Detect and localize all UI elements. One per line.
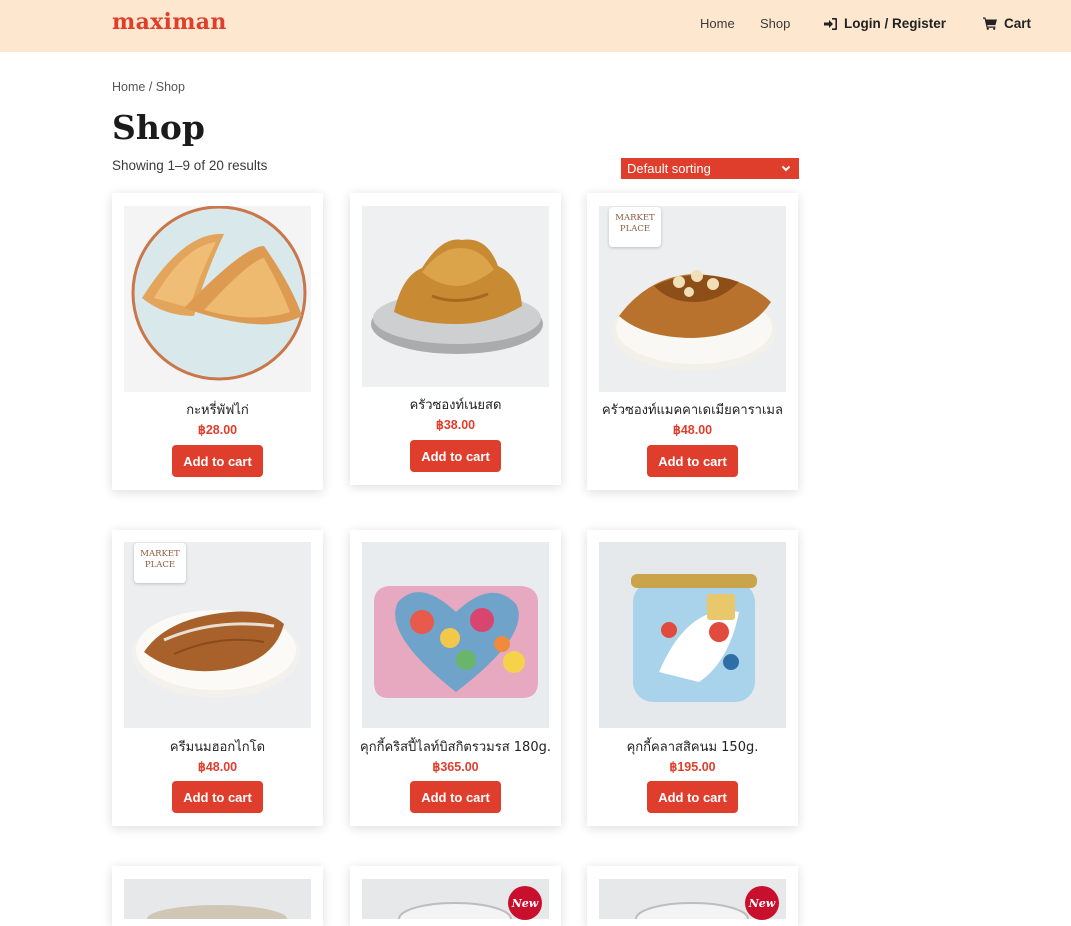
market-place-logo: MARKET PLACE [609, 207, 661, 247]
product-name[interactable]: กะหรี่พัฟไก่ [112, 399, 323, 420]
breadcrumb-current: Shop [155, 80, 185, 94]
jar-image [124, 879, 311, 919]
chevron-down-icon [781, 165, 791, 172]
breadcrumb-home[interactable]: Home [112, 80, 145, 94]
add-to-cart-button[interactable]: Add to cart [647, 445, 738, 477]
result-count: Showing 1–9 of 20 results [112, 158, 268, 173]
product-card: กะหรี่พัฟไก่ ฿28.00 Add to cart [112, 193, 323, 490]
nav-cart-label: Cart [1004, 16, 1032, 31]
cookie-tin-floral-image [362, 542, 549, 728]
nav-shop-link[interactable]: Shop [760, 16, 790, 31]
product-image[interactable] [599, 542, 786, 728]
add-to-cart-button[interactable]: Add to cart [172, 445, 263, 477]
nav-home-link[interactable]: Home [700, 16, 735, 31]
site-header: maximan Home Shop Login / Register Cart [0, 0, 1071, 52]
sorting-select[interactable]: Default sorting [621, 158, 799, 179]
sorting-value: Default sorting [627, 161, 711, 176]
product-price: ฿195.00 [669, 760, 716, 774]
page-title: Shop [112, 108, 205, 147]
product-image[interactable] [362, 206, 549, 387]
product-card: คุกกี้คลาสสิคนม 150g. ฿195.00 Add to car… [587, 530, 798, 826]
product-card: คุกกี้คริสปี้ไลท์บิสกิตรวมรส 180g. ฿365.… [350, 530, 561, 826]
product-image[interactable] [362, 542, 549, 728]
product-image[interactable] [124, 206, 311, 392]
add-to-cart-button[interactable]: Add to cart [172, 781, 263, 813]
product-card: ครัวซองท์เนยสด ฿38.00 Add to cart [350, 193, 561, 485]
breadcrumb-separator: / [145, 80, 156, 94]
product-name[interactable]: ครีมนมฮอกไกโด [112, 736, 323, 757]
nav-cart-link[interactable]: Cart [983, 16, 1031, 31]
nav-login-link[interactable]: Login / Register [824, 16, 946, 31]
nav-login-label: Login / Register [844, 16, 947, 31]
new-badge: New [508, 886, 542, 920]
new-badge: New [745, 886, 779, 920]
product-name[interactable]: ครัวซองท์เนยสด [350, 394, 561, 415]
curry-puff-image [124, 206, 311, 392]
product-card: New [587, 866, 798, 926]
add-to-cart-button[interactable]: Add to cart [647, 781, 738, 813]
product-price: ฿28.00 [197, 423, 238, 437]
product-price: ฿365.00 [432, 760, 479, 774]
product-card: MARKET PLACE ครัวซองท์แมคคาเดเมียคาราเมล… [587, 193, 798, 490]
site-logo[interactable]: maximan [112, 9, 227, 35]
product-card: MARKET PLACE ครีมนมฮอกไกโด ฿48.00 Add to… [112, 530, 323, 826]
product-card [112, 866, 323, 926]
product-price: ฿48.00 [197, 760, 238, 774]
product-image[interactable] [124, 879, 311, 919]
product-name[interactable]: คุกกี้คลาสสิคนม 150g. [587, 736, 798, 757]
butter-croissant-image [362, 206, 549, 387]
product-price: ฿38.00 [435, 418, 476, 432]
breadcrumb: Home / Shop [112, 80, 185, 94]
add-to-cart-button[interactable]: Add to cart [410, 440, 501, 472]
cookie-tin-milk-image [599, 542, 786, 728]
market-place-logo: MARKET PLACE [134, 543, 186, 583]
product-card: New [350, 866, 561, 926]
product-price: ฿48.00 [672, 423, 713, 437]
add-to-cart-button[interactable]: Add to cart [410, 781, 501, 813]
sign-in-icon [824, 17, 837, 30]
product-name[interactable]: คุกกี้คริสปี้ไลท์บิสกิตรวมรส 180g. [350, 736, 561, 757]
cart-icon [983, 17, 997, 30]
product-name[interactable]: ครัวซองท์แมคคาเดเมียคาราเมล [587, 399, 798, 420]
